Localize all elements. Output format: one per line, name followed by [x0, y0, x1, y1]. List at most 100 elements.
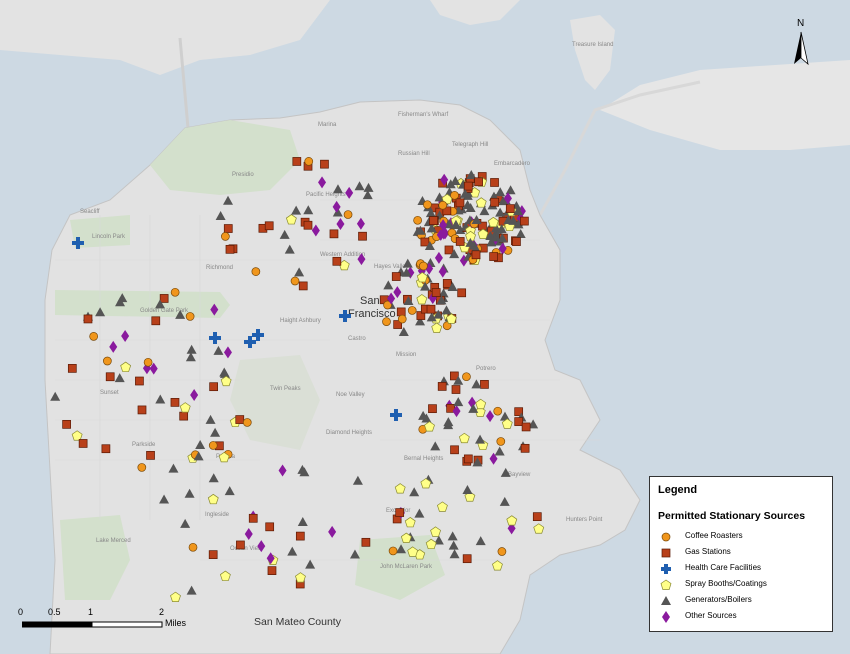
square-marker[interactable] [520, 216, 529, 226]
circle-marker[interactable] [290, 276, 300, 286]
circle-marker[interactable] [143, 357, 153, 367]
square-marker[interactable] [480, 380, 489, 389]
square-marker[interactable] [264, 221, 274, 231]
square-marker[interactable] [396, 307, 406, 317]
label-twin-peaks: Twin Peaks [270, 386, 301, 392]
square-marker[interactable] [428, 404, 437, 414]
circle-marker[interactable] [221, 232, 230, 241]
label-haight-ashbury: Haight Ashbury [280, 318, 321, 324]
square-marker[interactable] [235, 415, 245, 424]
circle-marker[interactable] [407, 306, 417, 315]
label-western-addition: Western Addition [320, 252, 365, 258]
square-marker[interactable] [514, 417, 524, 426]
square-marker[interactable] [179, 411, 189, 421]
square-marker[interactable] [236, 540, 245, 550]
square-marker[interactable] [471, 250, 481, 260]
square-marker[interactable] [490, 178, 499, 187]
square-marker[interactable] [474, 177, 483, 187]
square-marker[interactable] [295, 531, 305, 541]
circle-marker[interactable] [89, 332, 99, 341]
square-marker[interactable] [225, 244, 235, 254]
square-marker[interactable] [83, 314, 93, 324]
circle-marker[interactable] [170, 287, 180, 297]
circle-marker[interactable] [343, 210, 353, 219]
square-marker[interactable] [332, 256, 342, 266]
label-bayview: Bayview [508, 472, 531, 478]
square-marker[interactable] [429, 216, 438, 225]
square-marker[interactable] [437, 382, 447, 391]
circle-marker[interactable] [304, 157, 314, 166]
circle-marker[interactable] [382, 317, 391, 326]
square-marker[interactable] [395, 508, 405, 517]
square-marker[interactable] [135, 376, 144, 386]
square-marker[interactable] [444, 245, 454, 255]
circle-marker[interactable] [450, 190, 459, 200]
square-marker[interactable] [137, 405, 147, 415]
square-marker[interactable] [462, 554, 472, 564]
square-marker[interactable] [521, 422, 531, 432]
square-marker[interactable] [170, 398, 180, 407]
square-marker[interactable] [358, 231, 367, 241]
circle-marker[interactable] [103, 356, 112, 366]
square-marker[interactable] [329, 229, 339, 239]
label-castro: Castro [348, 336, 366, 342]
label-lake-merced: Lake Merced [96, 538, 131, 544]
square-marker[interactable] [455, 198, 465, 208]
square-marker[interactable] [303, 220, 313, 230]
square-marker[interactable] [442, 279, 452, 288]
square-marker[interactable] [490, 197, 500, 207]
legend-label-spray-booths: Spray Booths/Coatings [685, 579, 767, 588]
circle-marker[interactable] [419, 261, 428, 271]
square-marker[interactable] [505, 204, 515, 213]
circle-marker[interactable] [423, 200, 432, 210]
square-marker[interactable] [101, 444, 111, 454]
circle-marker[interactable] [185, 312, 195, 321]
square-marker[interactable] [298, 281, 308, 291]
square-marker[interactable] [532, 512, 542, 522]
square-marker[interactable] [67, 364, 77, 373]
square-marker[interactable] [512, 237, 521, 246]
square-marker[interactable] [450, 445, 459, 455]
square-marker[interactable] [391, 272, 401, 281]
circle-marker[interactable] [497, 547, 507, 556]
square-marker[interactable] [463, 181, 473, 191]
circle-marker[interactable] [388, 546, 398, 556]
circle-marker[interactable] [413, 215, 422, 225]
square-marker[interactable] [62, 420, 71, 429]
square-marker[interactable] [489, 252, 498, 261]
circle-marker[interactable] [493, 406, 503, 416]
square-marker[interactable] [265, 522, 275, 532]
circle-marker[interactable] [208, 441, 218, 450]
square-marker[interactable] [320, 159, 329, 169]
square-marker[interactable] [78, 439, 88, 448]
square-marker[interactable] [105, 372, 115, 382]
square-marker[interactable] [420, 237, 430, 247]
square-marker[interactable] [426, 304, 436, 314]
legend-label-gas-stations: Gas Stations [685, 547, 731, 556]
square-marker[interactable] [361, 537, 371, 547]
square-marker[interactable] [431, 288, 441, 297]
square-marker[interactable] [223, 224, 233, 233]
square-marker[interactable] [457, 288, 467, 298]
map[interactable]: Marina Presidio Pacific Heights Russian … [0, 0, 850, 654]
square-marker[interactable] [292, 157, 302, 166]
square-marker[interactable] [159, 294, 169, 303]
circle-marker[interactable] [137, 463, 147, 472]
square-marker[interactable] [146, 451, 155, 460]
circle-marker[interactable] [242, 418, 252, 427]
square-marker[interactable] [520, 443, 530, 453]
square-marker[interactable] [463, 454, 473, 464]
square-marker[interactable] [455, 237, 465, 246]
circle-marker[interactable] [496, 437, 506, 446]
square-marker[interactable] [451, 385, 461, 394]
circle-marker[interactable] [462, 372, 471, 382]
square-marker[interactable] [209, 382, 219, 392]
square-marker[interactable] [208, 550, 218, 559]
circle-marker[interactable] [188, 542, 198, 552]
circle-marker[interactable] [251, 267, 261, 276]
circle-marker[interactable] [438, 200, 448, 210]
square-marker[interactable] [248, 513, 258, 523]
circle-marker[interactable] [397, 314, 407, 324]
square-marker[interactable] [151, 316, 161, 326]
square-marker[interactable] [267, 566, 277, 575]
